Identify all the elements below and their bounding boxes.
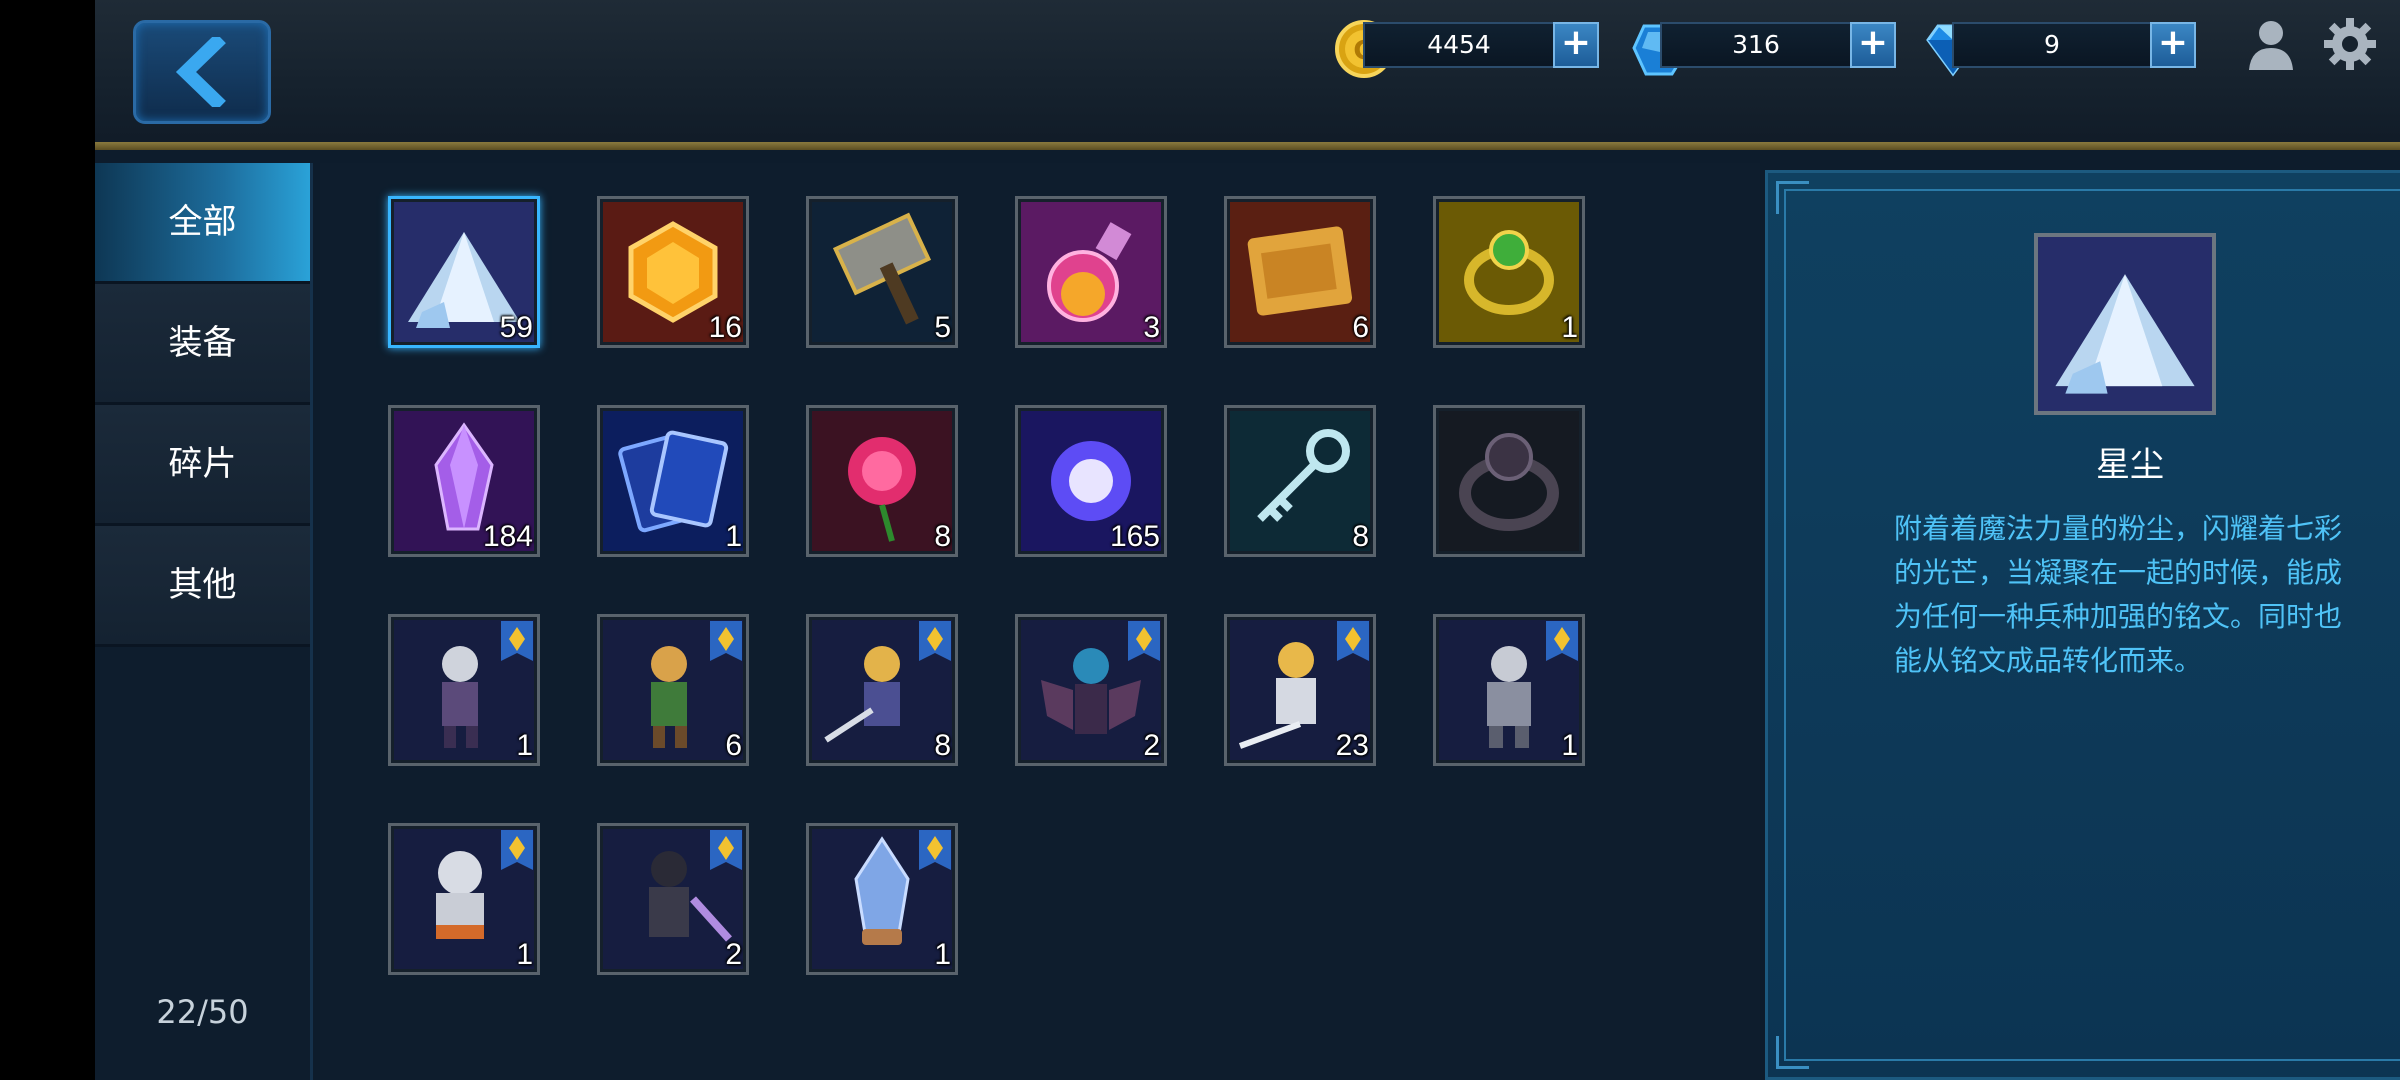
shard-badge-icon bbox=[1128, 621, 1160, 661]
item-quantity: 1 bbox=[725, 520, 742, 553]
top-bar: G 4454 + 316 + 9 + bbox=[95, 0, 2400, 150]
item-hero-shard[interactable]: 2 bbox=[1015, 614, 1167, 766]
item-dark-ring[interactable] bbox=[1433, 405, 1585, 557]
key-icon bbox=[1230, 411, 1370, 551]
detail-item-description: 附着着魔法力量的粉尘，闪耀着七彩的光芒，当凝聚在一起的时候，能成为任何一种兵种加… bbox=[1894, 512, 2343, 677]
item-stardust[interactable]: 59 bbox=[388, 196, 540, 348]
item-quantity: 2 bbox=[1143, 729, 1160, 762]
scroll-icon bbox=[1230, 202, 1370, 342]
chevron-left-icon bbox=[175, 37, 226, 107]
item-hammer[interactable]: 5 bbox=[806, 196, 958, 348]
item-quantity: 59 bbox=[499, 311, 533, 344]
item-quantity: 2 bbox=[725, 938, 742, 971]
item-hero-shard[interactable]: 6 bbox=[597, 614, 749, 766]
item-hero-shard[interactable]: 8 bbox=[806, 614, 958, 766]
shard-badge-icon bbox=[501, 621, 533, 661]
item-quantity: 1 bbox=[516, 938, 533, 971]
dark-ring-icon bbox=[1439, 411, 1579, 551]
item-grid: 59 16 5 3 6 1 184 1 8 165 8 1 6 8 2 23 1… bbox=[320, 163, 1760, 1080]
tab-other[interactable]: 其他 bbox=[95, 526, 310, 647]
shard-badge-icon bbox=[710, 621, 742, 661]
shard-badge-icon bbox=[1337, 621, 1369, 661]
item-purple-crystal[interactable]: 184 bbox=[388, 405, 540, 557]
item-quantity: 8 bbox=[934, 520, 951, 553]
gold-counter: G 4454 + bbox=[1333, 20, 1613, 78]
back-button[interactable] bbox=[133, 20, 271, 124]
potion-icon bbox=[1021, 202, 1161, 342]
inventory-capacity: 22/50 bbox=[156, 993, 249, 1031]
diamond-amount: 9 bbox=[1952, 22, 2152, 68]
tab-fragments[interactable]: 碎片 bbox=[95, 405, 310, 526]
item-quantity: 1 bbox=[934, 938, 951, 971]
item-card[interactable]: 1 bbox=[597, 405, 749, 557]
inventory-screen: G 4454 + 316 + 9 + bbox=[95, 0, 2400, 1080]
gold-amount: 4454 bbox=[1363, 22, 1555, 68]
shard-badge-icon bbox=[919, 621, 951, 661]
item-magic-orb[interactable]: 165 bbox=[1015, 405, 1167, 557]
item-quantity: 1 bbox=[516, 729, 533, 762]
item-hero-shard[interactable]: 2 bbox=[597, 823, 749, 975]
item-quantity: 8 bbox=[934, 729, 951, 762]
item-quantity: 1 bbox=[1561, 311, 1578, 344]
add-gold-button[interactable]: + bbox=[1553, 22, 1599, 68]
item-green-ring[interactable]: 1 bbox=[1433, 196, 1585, 348]
settings-gear-icon[interactable] bbox=[2322, 16, 2378, 72]
frame-corner bbox=[1776, 181, 1809, 214]
hammer-icon bbox=[812, 202, 952, 342]
add-diamonds-button[interactable]: + bbox=[2150, 22, 2196, 68]
item-quantity: 6 bbox=[1352, 311, 1369, 344]
item-quantity: 6 bbox=[725, 729, 742, 762]
item-hero-shard[interactable]: 1 bbox=[1433, 614, 1585, 766]
frame-corner bbox=[1776, 1036, 1809, 1069]
item-orange-gem[interactable]: 16 bbox=[597, 196, 749, 348]
green-ring-icon bbox=[1439, 202, 1579, 342]
shard-badge-icon bbox=[919, 830, 951, 870]
gem-amount: 316 bbox=[1660, 22, 1852, 68]
item-quantity: 3 bbox=[1143, 311, 1160, 344]
item-rose[interactable]: 8 bbox=[806, 405, 958, 557]
shard-badge-icon bbox=[710, 830, 742, 870]
item-quantity: 1 bbox=[1561, 729, 1578, 762]
diamond-counter: 9 + bbox=[1922, 22, 2212, 77]
detail-item-image bbox=[2034, 233, 2216, 415]
category-sidebar: 全部 装备 碎片 其他 22/50 bbox=[95, 163, 313, 1080]
shard-badge-icon bbox=[1546, 621, 1578, 661]
stardust-icon bbox=[2038, 237, 2212, 411]
item-quantity: 5 bbox=[934, 311, 951, 344]
detail-item-name: 星尘 bbox=[2096, 445, 2164, 485]
item-potion[interactable]: 3 bbox=[1015, 196, 1167, 348]
tab-equipment[interactable]: 装备 bbox=[95, 284, 310, 405]
tab-all[interactable]: 全部 bbox=[95, 163, 310, 284]
item-hero-shard[interactable]: 23 bbox=[1224, 614, 1376, 766]
item-scroll[interactable]: 6 bbox=[1224, 196, 1376, 348]
item-quantity: 16 bbox=[708, 311, 742, 344]
shard-badge-icon bbox=[501, 830, 533, 870]
item-hero-shard[interactable]: 1 bbox=[388, 614, 540, 766]
item-hero-shard[interactable]: 1 bbox=[388, 823, 540, 975]
add-gems-button[interactable]: + bbox=[1850, 22, 1896, 68]
item-quantity: 165 bbox=[1109, 520, 1160, 553]
gem-counter: 316 + bbox=[1630, 22, 1910, 76]
item-crystal-shard[interactable]: 1 bbox=[806, 823, 958, 975]
card-icon bbox=[603, 411, 743, 551]
profile-icon[interactable] bbox=[2243, 16, 2299, 72]
item-key[interactable]: 8 bbox=[1224, 405, 1376, 557]
rose-icon bbox=[812, 411, 952, 551]
item-quantity: 184 bbox=[482, 520, 533, 553]
item-quantity: 8 bbox=[1352, 520, 1369, 553]
item-quantity: 23 bbox=[1335, 729, 1369, 762]
item-detail-panel: 星尘 附着着魔法力量的粉尘，闪耀着七彩的光芒，当凝聚在一起的时候，能成为任何一种… bbox=[1765, 170, 2400, 1080]
